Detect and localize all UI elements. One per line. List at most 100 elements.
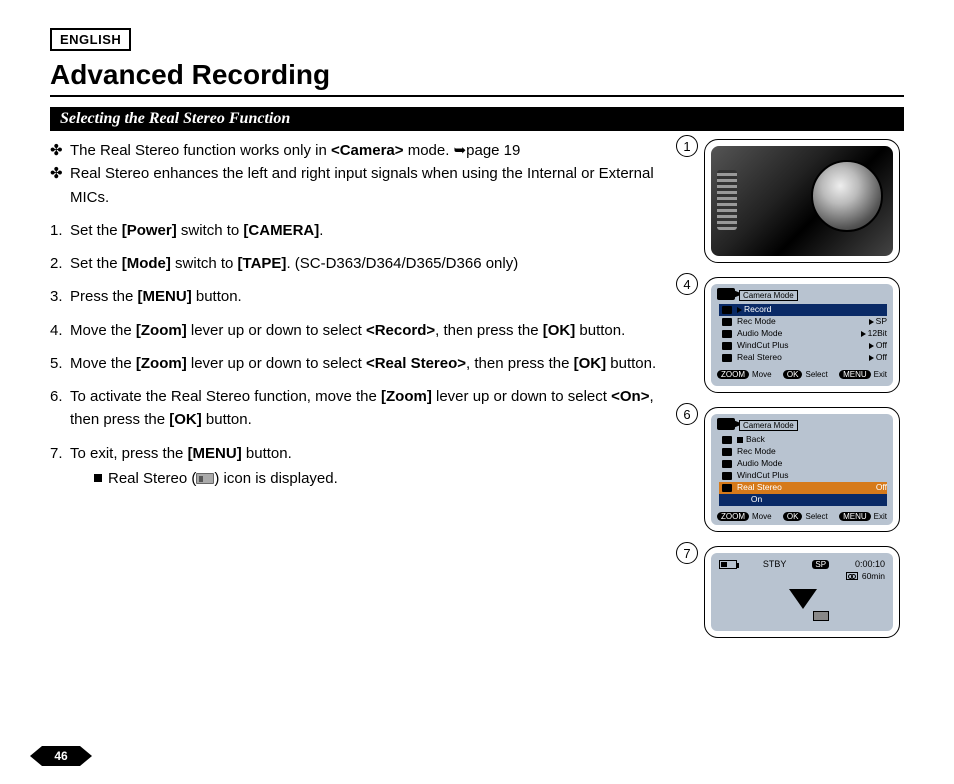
- t: Move the: [70, 322, 136, 339]
- osd-footer: ZOOMMove OKSelect MENUExit: [717, 512, 887, 521]
- t: Set the: [70, 255, 122, 272]
- step-number: 7.: [50, 442, 70, 465]
- t: <Camera>: [331, 142, 404, 159]
- t: button.: [606, 355, 656, 372]
- page-number-badge: 46: [42, 746, 80, 766]
- t: lever up or down to select: [187, 322, 366, 339]
- page-ref: page 19: [466, 142, 520, 159]
- osd-title: Camera Mode: [739, 420, 798, 431]
- t: [Zoom]: [136, 355, 187, 372]
- step: 3.Press the [MENU] button.: [50, 285, 686, 308]
- osd-row: Audio Mode12Bit: [719, 328, 887, 340]
- camcorder-icon: [717, 288, 735, 300]
- t: Move: [752, 512, 772, 521]
- step-number: 2.: [50, 252, 70, 275]
- row-icon: [719, 318, 735, 326]
- t: [CAMERA]: [243, 222, 319, 239]
- t: <Record>: [366, 322, 435, 339]
- t: Move the: [70, 355, 136, 372]
- t: [Power]: [122, 222, 177, 239]
- row-label: ✓On: [735, 495, 887, 505]
- t: Select: [805, 512, 827, 521]
- step-text: To activate the Real Stereo function, mo…: [70, 385, 686, 432]
- t: lever up or down to select: [187, 355, 366, 372]
- t: Real Stereo (: [108, 470, 196, 487]
- row-label: Back: [735, 435, 887, 445]
- step-text: Set the [Mode] switch to [TAPE]. (SC-D36…: [70, 252, 686, 275]
- menu-pill-icon: MENU: [839, 370, 871, 379]
- t: [OK]: [574, 355, 607, 372]
- t: [TAPE]: [238, 255, 287, 272]
- stby-screen: STBY SP 0:00:10 60min: [711, 553, 893, 631]
- t: [Zoom]: [136, 322, 187, 339]
- row-icon: [719, 306, 735, 314]
- osd-row: WindCut PlusOff: [719, 340, 887, 352]
- square-bullet-icon: [94, 474, 102, 482]
- osd-row: Rec Mode: [719, 446, 887, 458]
- figure-1: 1: [704, 139, 904, 263]
- step-text: Press the [MENU] button.: [70, 285, 686, 308]
- row-icon: [719, 448, 735, 456]
- figure-frame: Camera Mode RecordRec ModeSPAudio Mode12…: [704, 277, 900, 393]
- timecode: 0:00:10: [855, 559, 885, 569]
- figure-4: 4 Camera Mode RecordRec ModeSPAudio Mode…: [704, 277, 904, 393]
- step-marker: 1: [676, 135, 698, 157]
- language-badge: ENGLISH: [50, 28, 131, 51]
- note-text: Real Stereo enhances the left and right …: [70, 162, 686, 209]
- figure-6: 6 Camera Mode BackRec ModeAudio ModeWind…: [704, 407, 904, 532]
- row-label: WindCut Plus: [735, 341, 865, 351]
- t: Press the: [70, 288, 138, 305]
- row-label: Record: [735, 305, 887, 315]
- tape-icon: [846, 572, 858, 580]
- t: mode.: [404, 142, 454, 159]
- power-dial-icon: [811, 160, 883, 232]
- tape-remaining: 60min: [862, 571, 885, 581]
- osd-title: Camera Mode: [739, 290, 798, 301]
- step-text: To exit, press the [MENU] button.: [70, 442, 686, 465]
- t: switch to: [171, 255, 238, 272]
- figure-column: 1 4 Camera Mode RecordRec ModeSPAudio Mo…: [704, 139, 904, 652]
- osd-footer: ZOOMMove OKSelect MENUExit: [717, 370, 887, 379]
- osd-row: ✓On: [719, 494, 887, 506]
- osd-row: Real StereoOff: [719, 352, 887, 364]
- t: [Mode]: [122, 255, 171, 272]
- row-icon: [719, 354, 735, 362]
- t: button.: [192, 288, 242, 305]
- row-value: 12Bit: [857, 329, 887, 339]
- step-number: 6.: [50, 385, 70, 432]
- zoom-pill-icon: ZOOM: [717, 512, 749, 521]
- row-value: Off: [865, 341, 887, 351]
- step-number: 5.: [50, 352, 70, 375]
- t: [OK]: [543, 322, 576, 339]
- row-label: Real Stereo: [735, 353, 865, 363]
- figure-frame: [704, 139, 900, 263]
- row-icon: [719, 460, 735, 468]
- t: To exit, press the: [70, 445, 188, 462]
- row-label: Rec Mode: [735, 317, 865, 327]
- step: 6.To activate the Real Stereo function, …: [50, 385, 686, 432]
- row-label: WindCut Plus: [735, 471, 887, 481]
- row-label: Real Stereo: [735, 483, 872, 493]
- body-row: ✤ The Real Stereo function works only in…: [50, 139, 904, 652]
- sp-badge: SP: [812, 560, 829, 569]
- t: [MENU]: [188, 445, 242, 462]
- row-icon: [719, 436, 735, 444]
- t: ) icon is displayed.: [214, 470, 337, 487]
- step-marker: 4: [676, 273, 698, 295]
- row-value: Off: [872, 483, 887, 493]
- t: lever up or down to select: [432, 388, 611, 405]
- zoom-pill-icon: ZOOM: [717, 370, 749, 379]
- real-stereo-icon: [196, 473, 214, 484]
- figure-frame: STBY SP 0:00:10 60min: [704, 546, 900, 638]
- t: The Real Stereo function works only in: [70, 142, 331, 159]
- real-stereo-icon: [813, 611, 829, 621]
- substep: Real Stereo ( ) icon is displayed.: [94, 467, 686, 490]
- stby-label: STBY: [763, 559, 787, 569]
- row-value: Off: [865, 353, 887, 363]
- note-2: ✤ Real Stereo enhances the left and righ…: [50, 162, 686, 209]
- step: 1.Set the [Power] switch to [CAMERA].: [50, 219, 686, 242]
- step-number: 1.: [50, 219, 70, 242]
- page-number: 46: [42, 746, 80, 766]
- row-icon: [719, 342, 735, 350]
- osd-row: Record: [719, 304, 887, 316]
